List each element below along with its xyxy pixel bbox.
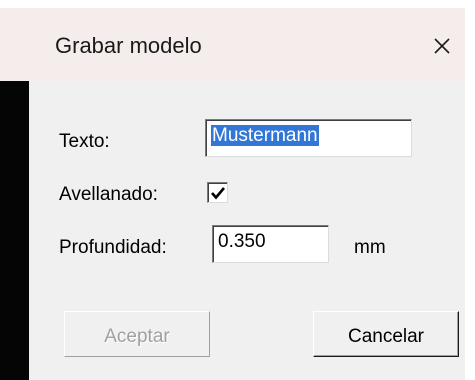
profundidad-value: 0.350 xyxy=(218,231,266,252)
profundidad-unit: mm xyxy=(354,237,386,258)
close-button[interactable] xyxy=(420,24,460,66)
cancel-button[interactable]: Cancelar xyxy=(313,311,459,357)
checkmark-icon xyxy=(211,187,225,200)
title-bar[interactable]: Grabar modelo xyxy=(0,8,465,81)
avellanado-checkbox[interactable] xyxy=(207,182,228,203)
profundidad-label: Profundidad: xyxy=(59,237,167,258)
accept-button[interactable]: Aceptar xyxy=(64,311,210,357)
texto-label: Texto: xyxy=(59,131,110,152)
cancel-button-label: Cancelar xyxy=(347,326,425,347)
texto-input[interactable]: Mustermann xyxy=(205,119,412,157)
dialog-title: Grabar modelo xyxy=(55,33,202,58)
accept-button-label: Aceptar xyxy=(104,326,170,347)
screen: Grabar modelo Texto: Mustermann Avellana… xyxy=(0,0,475,380)
profundidad-input[interactable]: 0.350 xyxy=(212,225,329,263)
dialog-body: Texto: Mustermann Avellanado: Profundida… xyxy=(29,81,465,380)
left-edge-bar xyxy=(0,81,29,380)
avellanado-label: Avellanado: xyxy=(59,184,158,205)
grabar-modelo-dialog: Grabar modelo Texto: Mustermann Avellana… xyxy=(0,8,465,380)
texto-value: Mustermann xyxy=(211,125,319,146)
close-icon xyxy=(434,38,450,54)
